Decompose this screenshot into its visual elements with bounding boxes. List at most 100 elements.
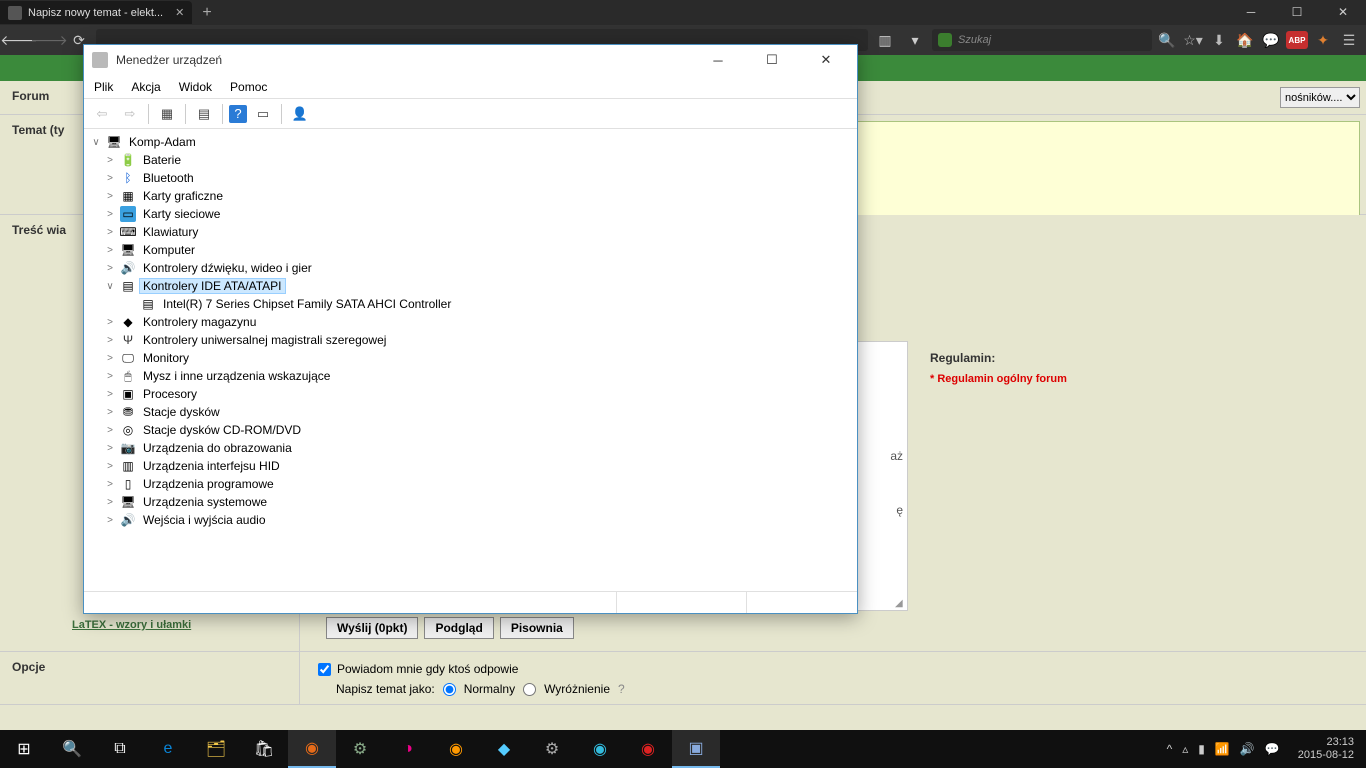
tree-item[interactable]: Kontrolery dźwięku, wideo i gier: [140, 261, 315, 275]
nav-back[interactable]: 🡐: [6, 29, 32, 51]
tree-root[interactable]: Komp-Adam: [126, 135, 199, 149]
chevron-icon[interactable]: >: [104, 497, 116, 508]
task-app5[interactable]: ◉: [576, 730, 624, 768]
task-settings[interactable]: ⚙: [336, 730, 384, 768]
menu-action[interactable]: Akcja: [131, 80, 160, 94]
task-app1[interactable]: ◑: [384, 730, 432, 768]
tb-back[interactable]: ⇦: [90, 102, 114, 126]
radio-highlight[interactable]: [523, 683, 536, 696]
tree-child-item[interactable]: Intel(R) 7 Series Chipset Family SATA AH…: [160, 297, 454, 311]
task-app2[interactable]: ◉: [432, 730, 480, 768]
task-view[interactable]: ⧉: [96, 730, 144, 768]
chevron-icon[interactable]: >: [104, 371, 116, 382]
chevron-down-icon[interactable]: ∨: [90, 137, 102, 148]
chevron-icon[interactable]: >: [104, 443, 116, 454]
chevron-icon[interactable]: >: [104, 209, 116, 220]
task-edge[interactable]: e: [144, 730, 192, 768]
downloads-icon[interactable]: ⬇: [1208, 29, 1230, 51]
spell-button[interactable]: Pisownia: [500, 617, 574, 639]
devmgr-maximize[interactable]: ☐: [749, 46, 795, 74]
tree-item[interactable]: Kontrolery IDE ATA/ATAPI: [140, 279, 285, 293]
tree-item[interactable]: Karty graficzne: [140, 189, 226, 203]
task-app6[interactable]: ◉: [624, 730, 672, 768]
menu-view[interactable]: Widok: [179, 80, 212, 94]
tb-scan-icon[interactable]: ▭: [251, 102, 275, 126]
win-minimize[interactable]: ─: [1228, 0, 1274, 24]
menu-file[interactable]: Plik: [94, 80, 113, 94]
chevron-icon[interactable]: >: [104, 173, 116, 184]
tree-item[interactable]: Karty sieciowe: [140, 207, 223, 221]
tree-item[interactable]: Urządzenia do obrazowania: [140, 441, 295, 455]
send-button[interactable]: Wyślij (0pkt): [326, 617, 418, 639]
notify-checkbox[interactable]: [318, 663, 331, 676]
dropdown-icon[interactable]: ▾: [902, 29, 928, 51]
device-tree[interactable]: ∨ 🖥 Komp-Adam> 🔋 Baterie> ᛒ Bluetooth> ▦…: [84, 129, 857, 591]
win-maximize[interactable]: ☐: [1274, 0, 1320, 24]
tray-lang-icon[interactable]: ▮: [1198, 742, 1205, 756]
tab-close-icon[interactable]: ✕: [175, 6, 184, 19]
forum-category-select[interactable]: nośników....: [1280, 87, 1360, 108]
tree-item[interactable]: Wejścia i wyjścia audio: [140, 513, 269, 527]
tb-help-icon[interactable]: ?: [229, 105, 247, 123]
tray-network-icon[interactable]: ▵: [1182, 742, 1188, 756]
chevron-icon[interactable]: >: [104, 353, 116, 364]
menu-icon[interactable]: ☰: [1338, 29, 1360, 51]
tree-item[interactable]: Procesory: [140, 387, 200, 401]
tree-item[interactable]: Kontrolery uniwersalnej magistrali szere…: [140, 333, 389, 347]
new-tab-button[interactable]: +: [192, 4, 221, 22]
chevron-icon[interactable]: >: [104, 317, 116, 328]
chevron-icon[interactable]: >: [104, 389, 116, 400]
menu-help[interactable]: Pomoc: [230, 80, 267, 94]
task-devmgr[interactable]: ▣: [672, 730, 720, 768]
reader-icon[interactable]: ▥: [872, 29, 898, 51]
task-search[interactable]: 🔍: [48, 730, 96, 768]
search-icon[interactable]: 🔍: [1156, 29, 1178, 51]
tree-item[interactable]: Urządzenia systemowe: [140, 495, 270, 509]
chevron-icon[interactable]: >: [104, 155, 116, 166]
task-firefox[interactable]: ◉: [288, 730, 336, 768]
tree-item[interactable]: Urządzenia programowe: [140, 477, 277, 491]
tb-refresh-icon[interactable]: 👤: [288, 102, 312, 126]
tree-item[interactable]: Komputer: [140, 243, 198, 257]
browser-tab[interactable]: Napisz nowy temat - elekt... ✕: [0, 1, 192, 24]
chevron-icon[interactable]: >: [104, 245, 116, 256]
tray-action-icon[interactable]: 💬: [1265, 742, 1280, 756]
task-explorer[interactable]: 🗂: [192, 730, 240, 768]
task-app4[interactable]: ⚙: [528, 730, 576, 768]
tree-item[interactable]: Monitory: [140, 351, 192, 365]
nav-forward[interactable]: 🡒: [36, 29, 62, 51]
abp-icon[interactable]: ABP: [1286, 31, 1308, 49]
chevron-icon[interactable]: >: [104, 191, 116, 202]
radio-normal[interactable]: [443, 683, 456, 696]
task-store[interactable]: 🛍: [240, 730, 288, 768]
chevron-icon[interactable]: >: [104, 407, 116, 418]
chevron-icon[interactable]: >: [104, 425, 116, 436]
chevron-icon[interactable]: >: [104, 461, 116, 472]
tb-forward[interactable]: ⇨: [118, 102, 142, 126]
preview-button[interactable]: Podgląd: [424, 617, 493, 639]
tree-item[interactable]: Kontrolery magazynu: [140, 315, 259, 329]
chevron-icon[interactable]: >: [104, 227, 116, 238]
tb-properties-icon[interactable]: ▤: [192, 102, 216, 126]
tree-item[interactable]: Stacje dysków CD-ROM/DVD: [140, 423, 304, 437]
start-button[interactable]: ⊞: [0, 730, 48, 768]
win-close[interactable]: ✕: [1320, 0, 1366, 24]
task-app3[interactable]: ◆: [480, 730, 528, 768]
chevron-icon[interactable]: >: [104, 335, 116, 346]
tree-item[interactable]: Urządzenia interfejsu HID: [140, 459, 283, 473]
bookmark-icon[interactable]: ☆▾: [1182, 29, 1204, 51]
chevron-icon[interactable]: >: [104, 515, 116, 526]
latex-link[interactable]: LaTEX - wzory i ułamki: [12, 619, 287, 631]
regulamin-link[interactable]: * Regulamin ogólny forum: [930, 373, 1350, 385]
search-bar[interactable]: Szukaj: [932, 29, 1152, 51]
devmgr-close[interactable]: ✕: [803, 46, 849, 74]
tree-item[interactable]: Klawiatury: [140, 225, 201, 239]
devmgr-titlebar[interactable]: Menedżer urządzeń ─ ☐ ✕: [84, 45, 857, 75]
tree-item[interactable]: Stacje dysków: [140, 405, 223, 419]
tree-item[interactable]: Baterie: [140, 153, 184, 167]
chevron-icon[interactable]: >: [104, 263, 116, 274]
devmgr-minimize[interactable]: ─: [695, 46, 741, 74]
tree-item[interactable]: Mysz i inne urządzenia wskazujące: [140, 369, 333, 383]
tray-chevron[interactable]: ^: [1167, 742, 1173, 756]
addon-icon[interactable]: ✦: [1312, 29, 1334, 51]
